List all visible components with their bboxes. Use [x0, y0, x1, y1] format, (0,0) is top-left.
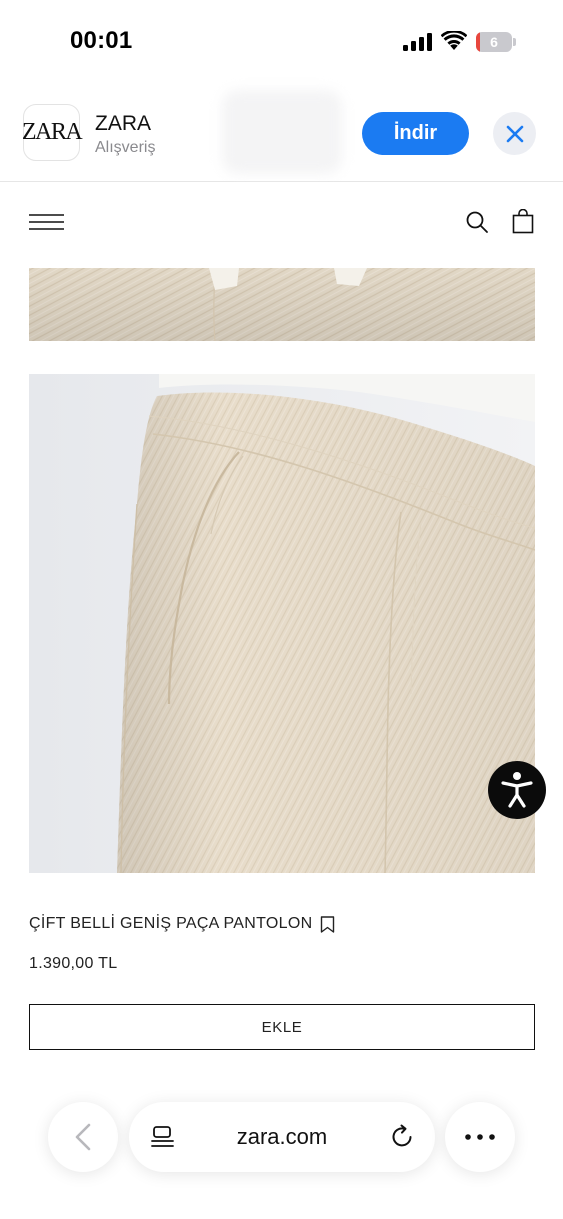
product-name[interactable]: ÇİFT BELLİ GENİŞ PAÇA PANTOLON: [29, 915, 312, 933]
app-banner: ZARA ZARA Alışveriş İndir: [0, 84, 563, 182]
banner-decoration: [222, 90, 342, 174]
reload-icon[interactable]: [389, 1124, 415, 1150]
accessibility-button[interactable]: [488, 761, 546, 819]
accessibility-icon: [501, 772, 533, 808]
product-image-previous[interactable]: [29, 268, 535, 341]
trouser-photo: [29, 374, 535, 873]
battery-level: 6: [490, 34, 498, 50]
bookmark-icon[interactable]: [320, 916, 335, 933]
battery-body: 6: [476, 32, 512, 52]
site-header: [0, 182, 563, 268]
shopping-bag-icon[interactable]: [512, 209, 534, 234]
fabric-photo-top: [29, 268, 535, 341]
download-app-button[interactable]: İndir: [362, 112, 469, 155]
browser-more-button[interactable]: [445, 1102, 515, 1172]
browser-toolbar: zara.com: [0, 1085, 563, 1195]
close-icon: [506, 125, 523, 142]
close-banner-button[interactable]: [493, 112, 536, 155]
app-icon[interactable]: ZARA: [21, 104, 83, 161]
more-icon: [465, 1134, 495, 1140]
product-image[interactable]: [29, 374, 535, 873]
app-icon-logo: ZARA: [21, 119, 83, 145]
app-category: Alışveriş: [95, 139, 156, 156]
battery-cap: [513, 38, 516, 46]
battery-indicator: 6: [476, 32, 516, 52]
wifi-icon: [441, 31, 467, 50]
browser-back-button[interactable]: [48, 1102, 118, 1172]
add-to-cart-button[interactable]: EKLE: [29, 1004, 535, 1050]
reader-icon[interactable]: [151, 1125, 175, 1149]
status-time: 00:01: [70, 27, 133, 54]
address-bar[interactable]: zara.com: [129, 1102, 435, 1172]
status-bar: 00:01 6: [0, 0, 563, 84]
app-name: ZARA: [95, 112, 152, 135]
product-price: 1.390,00 TL: [29, 955, 118, 972]
cellular-signal-icon: [403, 33, 432, 51]
menu-icon[interactable]: [29, 214, 64, 230]
back-icon: [75, 1123, 91, 1151]
search-icon[interactable]: [465, 210, 489, 234]
